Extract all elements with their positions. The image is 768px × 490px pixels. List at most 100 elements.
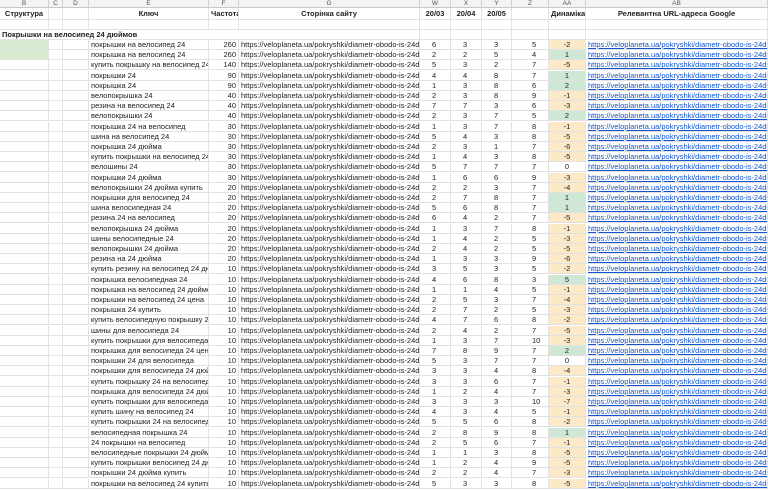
empty-cell[interactable] xyxy=(63,223,89,234)
column-letter-x[interactable]: X xyxy=(451,0,482,8)
structure-cell[interactable] xyxy=(0,407,49,418)
keyword-cell[interactable]: велопокрышки 24 xyxy=(89,111,209,122)
position-z-cell[interactable]: 5 xyxy=(512,407,549,418)
position-20-03-cell[interactable]: 2 xyxy=(420,193,451,203)
empty-cell[interactable] xyxy=(63,356,89,367)
position-z-cell[interactable]: 8 xyxy=(512,131,549,142)
empty-cell[interactable] xyxy=(49,111,63,122)
empty-cell[interactable] xyxy=(49,91,63,101)
empty-cell[interactable] xyxy=(49,60,63,71)
structure-cell[interactable] xyxy=(0,397,49,407)
position-20-04-cell[interactable]: 3 xyxy=(451,40,482,50)
frequency-cell[interactable]: 90 xyxy=(209,80,239,91)
empty-cell[interactable] xyxy=(49,427,63,438)
relevant-url-link[interactable]: https://veloplaneta.ua/pokryshki/diametr… xyxy=(586,284,768,295)
site-page-cell[interactable]: https://veloplaneta.ua/pokryshki/diametr… xyxy=(239,111,420,122)
position-20-04-cell[interactable]: 5 xyxy=(451,437,482,448)
site-page-cell[interactable]: https://veloplaneta.ua/pokryshki/diametr… xyxy=(239,101,420,112)
structure-cell[interactable] xyxy=(0,121,49,132)
relevant-url-link[interactable]: https://veloplaneta.ua/pokryshki/diametr… xyxy=(586,223,768,234)
empty-cell[interactable] xyxy=(63,346,89,356)
empty-cell[interactable] xyxy=(63,386,89,397)
dynamics-cell[interactable]: -1 xyxy=(549,407,586,418)
frequency-cell[interactable]: 20 xyxy=(209,233,239,244)
relevant-url-link[interactable]: https://veloplaneta.ua/pokryshki/diametr… xyxy=(586,121,768,132)
position-20-04-cell[interactable]: 2 xyxy=(451,458,482,469)
site-page-cell[interactable]: https://veloplaneta.ua/pokryshki/diametr… xyxy=(239,478,420,489)
relevant-url-link[interactable]: https://veloplaneta.ua/pokryshki/diametr… xyxy=(586,478,768,489)
frequency-cell[interactable]: 10 xyxy=(209,468,239,479)
empty-cell[interactable] xyxy=(49,80,63,91)
position-20-05-cell[interactable]: 4 xyxy=(482,407,512,418)
position-20-05-cell[interactable]: 2 xyxy=(482,244,512,254)
keyword-cell[interactable]: шины велосипедные 24 xyxy=(89,233,209,244)
empty-cell[interactable] xyxy=(420,20,451,30)
dynamics-cell[interactable]: -4 xyxy=(549,366,586,377)
position-20-04-cell[interactable]: 4 xyxy=(451,152,482,163)
empty-cell[interactable] xyxy=(49,376,63,387)
dynamics-cell[interactable]: -5 xyxy=(549,478,586,489)
position-20-04-cell[interactable]: 4 xyxy=(451,244,482,254)
keyword-cell[interactable]: резина 24 на велосипед xyxy=(89,213,209,224)
empty-cell[interactable] xyxy=(63,468,89,479)
position-z-cell[interactable]: 5 xyxy=(512,284,549,295)
empty-cell[interactable] xyxy=(239,20,420,30)
dynamics-cell[interactable]: 1 xyxy=(549,50,586,61)
frequency-cell[interactable]: 10 xyxy=(209,315,239,326)
position-20-03-cell[interactable]: 5 xyxy=(420,417,451,428)
empty-cell[interactable] xyxy=(239,30,420,40)
position-z-cell[interactable]: 7 xyxy=(512,203,549,214)
empty-cell[interactable] xyxy=(49,70,63,81)
site-page-cell[interactable]: https://veloplaneta.ua/pokryshki/diametr… xyxy=(239,274,420,285)
empty-cell[interactable] xyxy=(49,40,63,50)
empty-cell[interactable] xyxy=(63,284,89,295)
site-page-cell[interactable]: https://veloplaneta.ua/pokryshki/diametr… xyxy=(239,397,420,407)
position-20-04-cell[interactable]: 3 xyxy=(451,91,482,101)
structure-cell[interactable] xyxy=(0,366,49,377)
structure-cell[interactable] xyxy=(0,376,49,387)
relevant-url-link[interactable]: https://veloplaneta.ua/pokryshki/diametr… xyxy=(586,50,768,61)
frequency-cell[interactable]: 10 xyxy=(209,295,239,305)
site-page-cell[interactable]: https://veloplaneta.ua/pokryshki/diametr… xyxy=(239,346,420,356)
relevant-url-link[interactable]: https://veloplaneta.ua/pokryshki/diametr… xyxy=(586,376,768,387)
empty-cell[interactable] xyxy=(49,458,63,469)
header-keyword[interactable]: Ключ xyxy=(89,8,209,20)
relevant-url-link[interactable]: https://veloplaneta.ua/pokryshki/diametr… xyxy=(586,305,768,316)
empty-cell[interactable] xyxy=(49,386,63,397)
frequency-cell[interactable]: 10 xyxy=(209,335,239,346)
structure-cell[interactable] xyxy=(0,50,49,61)
keyword-cell[interactable]: покрышки для велосипеда 24 дюйм xyxy=(89,366,209,377)
position-20-03-cell[interactable]: 5 xyxy=(420,162,451,173)
position-z-cell[interactable]: 5 xyxy=(512,40,549,50)
structure-cell[interactable] xyxy=(0,80,49,91)
structure-cell[interactable] xyxy=(0,233,49,244)
position-20-03-cell[interactable]: 1 xyxy=(420,448,451,458)
dynamics-cell[interactable]: -3 xyxy=(549,335,586,346)
position-20-04-cell[interactable]: 3 xyxy=(451,60,482,71)
empty-cell[interactable] xyxy=(63,20,89,30)
position-z-cell[interactable]: 7 xyxy=(512,376,549,387)
empty-cell[interactable] xyxy=(549,30,586,40)
structure-cell[interactable] xyxy=(0,40,49,50)
position-z-cell[interactable]: 5 xyxy=(512,305,549,316)
structure-cell[interactable] xyxy=(0,91,49,101)
dynamics-cell[interactable]: 1 xyxy=(549,193,586,203)
position-20-05-cell[interactable]: 8 xyxy=(482,193,512,203)
structure-cell[interactable] xyxy=(0,315,49,326)
header-date-3[interactable]: 20/05 xyxy=(482,8,512,20)
position-20-04-cell[interactable]: 3 xyxy=(451,366,482,377)
position-20-03-cell[interactable]: 1 xyxy=(420,223,451,234)
position-20-05-cell[interactable]: 4 xyxy=(482,458,512,469)
frequency-cell[interactable]: 10 xyxy=(209,356,239,367)
frequency-cell[interactable]: 10 xyxy=(209,325,239,336)
site-page-cell[interactable]: https://veloplaneta.ua/pokryshki/diametr… xyxy=(239,448,420,458)
frequency-cell[interactable]: 30 xyxy=(209,152,239,163)
position-20-03-cell[interactable]: 1 xyxy=(420,152,451,163)
position-z-cell[interactable]: 5 xyxy=(512,264,549,275)
site-page-cell[interactable]: https://veloplaneta.ua/pokryshki/diametr… xyxy=(239,437,420,448)
position-20-03-cell[interactable]: 1 xyxy=(420,254,451,265)
position-20-04-cell[interactable]: 6 xyxy=(451,274,482,285)
position-20-05-cell[interactable]: 7 xyxy=(482,335,512,346)
structure-cell[interactable] xyxy=(0,223,49,234)
site-page-cell[interactable]: https://veloplaneta.ua/pokryshki/diametr… xyxy=(239,60,420,71)
